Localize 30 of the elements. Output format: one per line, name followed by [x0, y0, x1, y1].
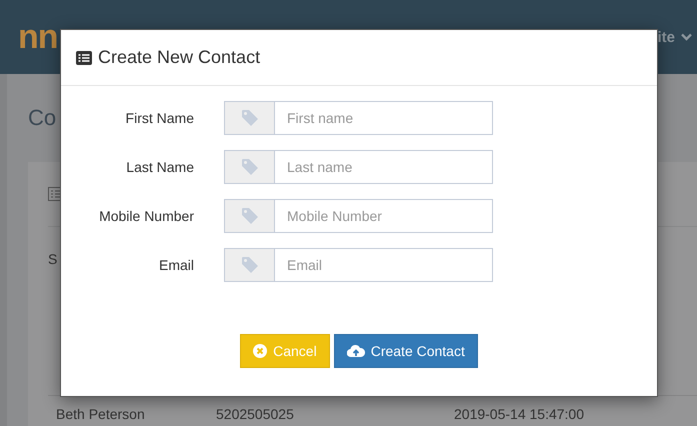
text-field[interactable]: First name	[224, 101, 493, 135]
text-field[interactable]: Mobile Number	[224, 199, 493, 233]
tag-icon	[240, 157, 260, 177]
input-field[interactable]: Last name	[275, 151, 492, 183]
field-label: Mobile Number	[98, 208, 194, 224]
chevron-down-icon[interactable]	[681, 33, 692, 41]
field-label: Last Name	[125, 159, 194, 175]
field-label: First Name	[124, 110, 194, 126]
field-label: Email	[158, 257, 194, 273]
close-circle-icon	[253, 344, 268, 358]
table-cell-text: 5202505025	[216, 406, 295, 422]
logo[interactable]: nn	[18, 18, 58, 56]
input-field[interactable]: Mobile Number	[275, 200, 492, 232]
tag-icon	[240, 255, 260, 275]
table-cell-text: Beth Peterson	[55, 406, 146, 422]
text-field[interactable]: Last name	[224, 150, 493, 184]
tag-icon	[240, 206, 260, 226]
cancel-button[interactable]: Cancel	[240, 334, 330, 368]
dialog-title: Create New Contact	[98, 47, 260, 68]
text-field[interactable]: Email	[224, 248, 493, 282]
input-field[interactable]: First name	[275, 102, 492, 134]
create-button[interactable]: Create Contact	[334, 334, 478, 368]
input-field[interactable]: Email	[275, 249, 492, 281]
table-cell: 2019-05-14 15:47:00	[454, 406, 584, 422]
cloud-upload-icon	[346, 344, 365, 358]
list-icon	[76, 50, 92, 64]
user-menu[interactable]: ite	[657, 28, 675, 46]
page-title: Co	[28, 105, 56, 131]
tag-icon	[240, 108, 260, 128]
panel-text: S	[48, 250, 58, 266]
